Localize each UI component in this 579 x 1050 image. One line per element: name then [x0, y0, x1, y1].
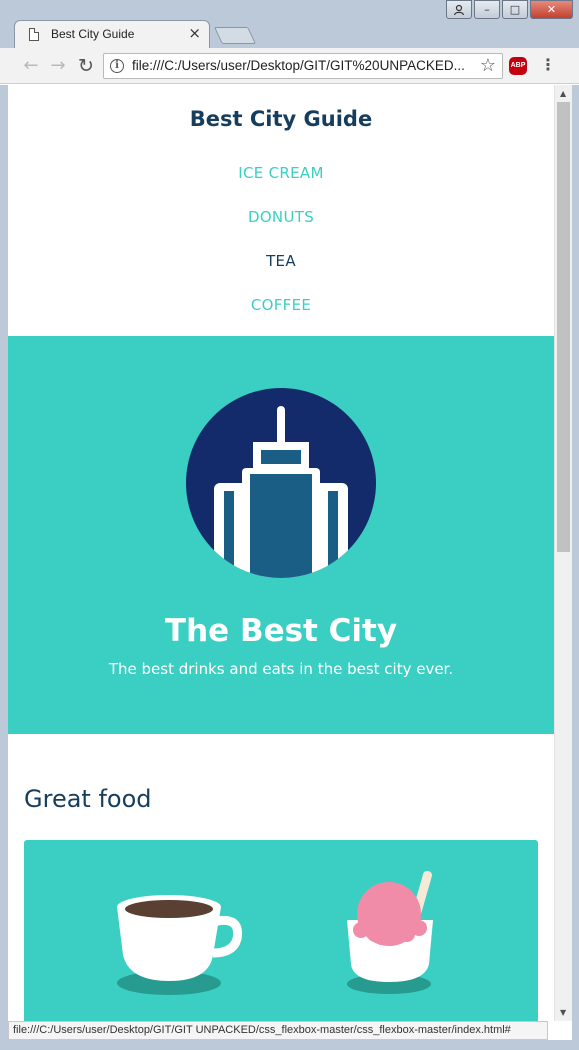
minimize-button[interactable]: – [474, 0, 500, 19]
window-controls: – □ ✕ [444, 0, 573, 20]
window-frame-left [0, 85, 8, 1050]
scroll-down-arrow-icon[interactable]: ▼ [560, 1008, 566, 1017]
close-window-button[interactable]: ✕ [530, 0, 573, 19]
status-bar: file:///C:/Users/user/Desktop/GIT/GIT UN… [8, 1021, 548, 1040]
reload-button[interactable]: ↻ [75, 55, 97, 77]
back-button[interactable]: ← [20, 55, 42, 77]
menu-icon[interactable]: ⋮ [540, 55, 556, 74]
section-title: Great food [24, 785, 152, 813]
window-frame-right [572, 85, 579, 1050]
tab-close-icon[interactable]: × [188, 24, 201, 42]
nav-link-tea[interactable]: TEA [8, 252, 554, 270]
page-icon [29, 28, 39, 41]
bookmark-star-icon[interactable]: ☆ [480, 55, 496, 76]
forward-button[interactable]: → [47, 55, 69, 77]
nav-link-donuts[interactable]: DONUTS [8, 208, 554, 226]
page-viewport: Best City Guide ICE CREAM DONUTS TEA COF… [8, 85, 554, 1021]
hero-subtitle: The best drinks and eats in the best cit… [108, 660, 454, 678]
ice-cream-icon [347, 870, 433, 994]
url-text[interactable]: file:///C:/Users/user/Desktop/GIT/GIT%20… [132, 58, 465, 73]
info-icon[interactable]: i [110, 59, 124, 73]
nav-link-coffee[interactable]: COFFEE [8, 296, 554, 314]
address-bar[interactable]: i file:///C:/Users/user/Desktop/GIT/GIT%… [103, 53, 503, 79]
tab-title: Best City Guide [51, 27, 135, 41]
nav-link-ice-cream[interactable]: ICE CREAM [8, 164, 554, 182]
browser-toolbar: ← → ↻ i file:///C:/Users/user/Desktop/GI… [0, 48, 579, 84]
new-tab-button[interactable] [214, 27, 256, 44]
window-frame-bottom [0, 1040, 579, 1050]
user-icon[interactable] [446, 0, 472, 19]
scrollbar-thumb[interactable] [557, 102, 570, 552]
tab-best-city-guide[interactable]: Best City Guide × [14, 20, 210, 48]
hero-section: The Best City The best drinks and eats i… [8, 336, 554, 734]
scroll-up-arrow-icon[interactable]: ▲ [560, 89, 566, 98]
food-card [24, 840, 538, 1021]
title-bar: Best City Guide × – □ ✕ [0, 0, 579, 48]
city-skyline-icon [186, 388, 376, 578]
site-title: Best City Guide [189, 107, 373, 131]
maximize-button[interactable]: □ [502, 0, 528, 19]
adblock-icon[interactable]: ABP [509, 57, 527, 75]
vertical-scrollbar[interactable]: ▲ ▼ [554, 85, 572, 1021]
hero-title: The Best City [164, 613, 398, 649]
coffee-cup-icon [117, 895, 243, 995]
